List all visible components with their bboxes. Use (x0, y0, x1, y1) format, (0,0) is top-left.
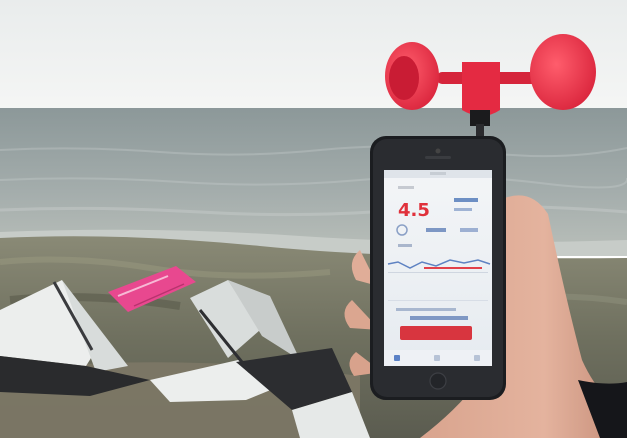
app-button (400, 326, 472, 340)
home-button (429, 372, 447, 390)
sky (0, 0, 627, 112)
speaker (425, 156, 451, 159)
photo-scene (0, 0, 627, 438)
photo: 4.5 (0, 0, 627, 438)
front-camera (435, 148, 441, 154)
wind-speed-readout: 4.5 (398, 200, 430, 221)
